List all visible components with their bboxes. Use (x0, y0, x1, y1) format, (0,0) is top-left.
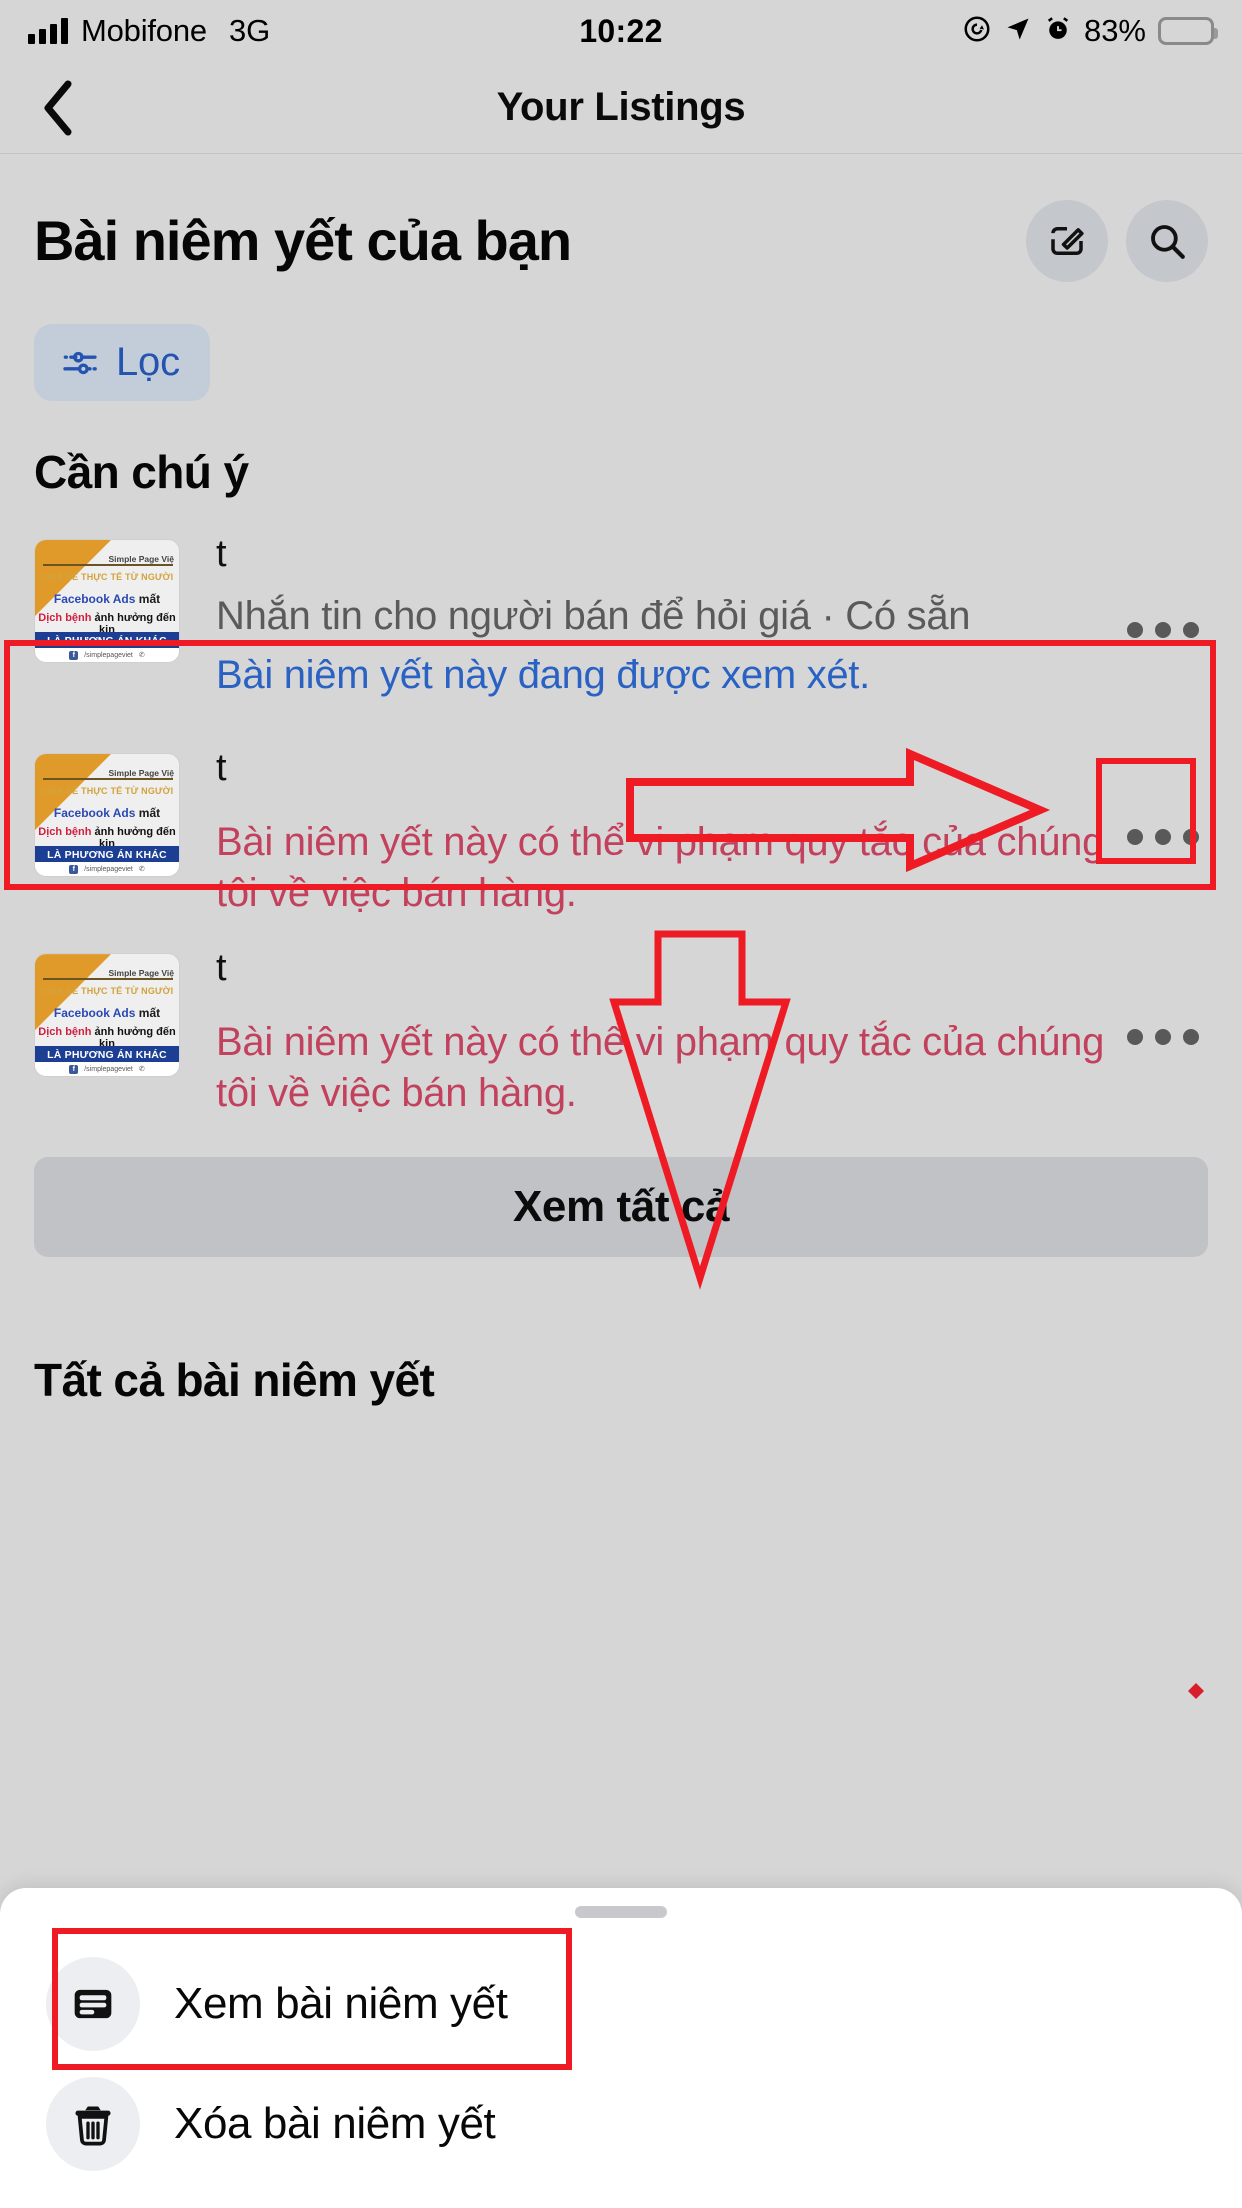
thumb-tagline: CHIA SẺ THỰC TẾ TỪ NGƯỜI (40, 786, 174, 796)
phone-icon: ✆ (138, 866, 145, 873)
sliders-filter-icon (63, 351, 97, 374)
listing-menu-button[interactable] (1118, 585, 1208, 675)
see-all-button[interactable]: Xem tất cả (34, 1157, 1208, 1258)
sheet-item-label: Xóa bài niêm yết (174, 2099, 496, 2148)
thumb-line-blue-rest: mất (135, 592, 161, 606)
trash-delete-icon (46, 2077, 140, 2171)
status-bar-left: Mobifone 3G (28, 13, 270, 49)
facebook-icon: f (69, 1064, 79, 1074)
listing-body: t Bài niêm yết này có thể vi phạm quy tắ… (180, 747, 1118, 919)
bottom-sheet: Xem bài niêm yết Xóa bài niêm yết (0, 1888, 1242, 2208)
page-header: Bài niêm yết của bạn (0, 154, 1242, 282)
sheet-item-delete-listing[interactable]: Xóa bài niêm yết (0, 2064, 1242, 2184)
listing-thumbnail: Simple Page Việ CHIA SẺ THỰC TẾ TỪ NGƯỜI… (34, 539, 180, 663)
compose-listing-button[interactable] (1026, 200, 1108, 282)
listing-title: t (216, 533, 227, 575)
listing-thumbnail: Simple Page Việ CHIA SẺ THỰC TẾ TỪ NGƯỜI… (34, 753, 180, 877)
status-bar: Mobifone 3G 10:22 83% (0, 0, 1242, 62)
section-heading-all-listings: Tất cả bài niêm yết (34, 1354, 435, 1407)
rotation-lock-icon (962, 14, 992, 49)
thumb-handle: /simplepageviet (84, 651, 133, 659)
thumb-handle: /simplepageviet (84, 865, 133, 873)
thumb-tagline: CHIA SẺ THỰC TẾ TỪ NGƯỜI (40, 572, 174, 582)
status-bar-right: 83% (962, 13, 1218, 49)
phone-icon: ✆ (138, 1066, 145, 1074)
filter-row: Lọc (0, 282, 1242, 401)
thumb-line-red: Dịch bệnh (38, 612, 92, 624)
search-icon (1151, 225, 1185, 259)
thumb-brand: Simple Page Việ (108, 554, 174, 564)
facebook-icon: f (69, 650, 79, 660)
sheet-item-label: Xem bài niêm yết (174, 1979, 508, 2028)
location-arrow-icon (1004, 15, 1032, 48)
thumb-brand: Simple Page Việ (108, 768, 174, 778)
signal-strength-icon (28, 18, 68, 44)
battery-icon (1158, 17, 1218, 45)
annotation-diamond-marker (1188, 1683, 1204, 1699)
section-heading-needs-attention: Cần chú ý (34, 446, 249, 498)
listing-menu-button[interactable] (1118, 992, 1208, 1082)
thumb-line-blue-rest: mất (135, 1006, 161, 1021)
see-all-wrapper: Xem tất cả (0, 1133, 1242, 1258)
listing-thumbnail: Simple Page Việ CHIA SẺ THỰC TẾ TỪ NGƯỜI… (34, 953, 180, 1078)
navigation-bar: Your Listings (0, 62, 1242, 154)
listing-warning: Bài niêm yết này có thể vi phạm quy tắc … (216, 819, 1105, 915)
chevron-left-icon (44, 80, 72, 135)
thumb-handle: /simplepageviet (84, 1065, 133, 1073)
thumb-footer: f/simplepageviet ✆ (35, 1062, 179, 1077)
thumb-footer: f/simplepageviet ✆ (35, 862, 179, 876)
filter-label: Lọc (116, 340, 180, 384)
listing-warning: Bài niêm yết này có thể vi phạm quy tắc … (216, 1019, 1105, 1115)
listing-status: Bài niêm yết này đang được xem xét. (216, 652, 870, 697)
thumb-line-blue: Facebook Ads (53, 592, 136, 606)
phone-icon: ✆ (138, 652, 145, 659)
listing-row[interactable]: Simple Page Việ CHIA SẺ THỰC TẾ TỪ NGƯỜI… (0, 733, 1242, 933)
search-button[interactable] (1126, 200, 1208, 282)
listing-menu-button[interactable] (1118, 792, 1208, 882)
listing-body: t Nhắn tin cho người bán để hỏi giá · Có… (180, 533, 1118, 701)
sheet-item-view-listing[interactable]: Xem bài niêm yết (0, 1944, 1242, 2064)
battery-percent-label: 83% (1083, 13, 1146, 48)
listing-title: t (216, 947, 227, 990)
compose-edit-icon (1051, 227, 1084, 255)
carrier-label: Mobifone (81, 13, 207, 48)
listing-subtitle: Nhắn tin cho người bán để hỏi giá · Có s… (216, 593, 971, 638)
page-title: Bài niêm yết của bạn (34, 209, 572, 272)
thumb-footer: f/simplepageviet ✆ (35, 648, 179, 662)
page-nav-title: Your Listings (496, 85, 746, 129)
filter-button[interactable]: Lọc (34, 324, 210, 401)
back-button[interactable] (28, 78, 88, 138)
thumb-line-red: Dịch bệnh (38, 826, 92, 838)
thumb-line-blue: Facebook Ads (53, 1006, 136, 1021)
thumb-tagline: CHIA SẺ THỰC TẾ TỪ NGƯỜI (40, 986, 174, 997)
facebook-icon: f (69, 864, 79, 874)
sheet-grabber[interactable] (575, 1906, 667, 1918)
alarm-clock-icon (1044, 15, 1072, 48)
network-type-label: 3G (228, 13, 271, 48)
listing-row[interactable]: Simple Page Việ CHIA SẺ THỰC TẾ TỪ NGƯỜI… (0, 933, 1242, 1133)
listing-title: t (216, 747, 227, 789)
thumb-line-blue: Facebook Ads (53, 806, 136, 820)
thumb-brand: Simple Page Việ (108, 968, 174, 979)
listing-body: t Bài niêm yết này có thể vi phạm quy tắ… (180, 947, 1118, 1119)
thumb-line-blue-rest: mất (135, 806, 161, 820)
view-listing-card-icon (46, 1957, 140, 2051)
thumb-line-red: Dịch bệnh (38, 1026, 92, 1039)
listing-row[interactable]: Simple Page Việ CHIA SẺ THỰC TẾ TỪ NGƯỜI… (0, 519, 1242, 733)
